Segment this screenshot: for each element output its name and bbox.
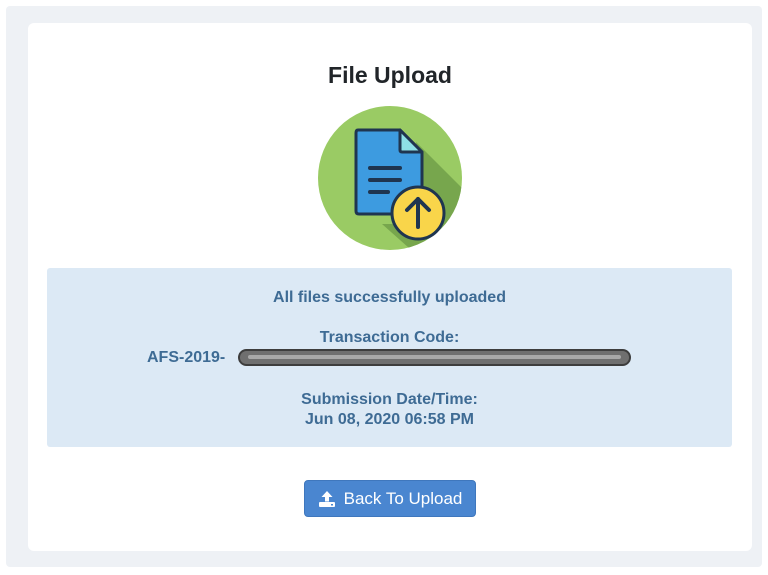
back-to-upload-button[interactable]: Back To Upload xyxy=(304,480,476,517)
page-title: File Upload xyxy=(328,62,452,88)
page-background: File Upload All files successfully uploa… xyxy=(6,6,762,567)
transaction-code-prefix: AFS-2019- xyxy=(147,349,226,366)
submission-datetime-value: Jun 08, 2020 06:58 PM xyxy=(305,411,474,428)
redaction-mark xyxy=(238,349,631,366)
transaction-code-label: Transaction Code: xyxy=(319,329,460,346)
success-message: All files successfully uploaded xyxy=(273,289,506,306)
back-to-upload-label: Back To Upload xyxy=(343,488,463,508)
upload-result-card: File Upload All files successfully uploa… xyxy=(28,23,752,551)
file-upload-illustration-icon xyxy=(318,106,462,250)
submission-datetime-label: Submission Date/Time: xyxy=(301,391,478,408)
upload-status-panel: All files successfully uploaded Transact… xyxy=(47,268,732,447)
upload-icon xyxy=(318,490,336,508)
transaction-code-value: AFS-2019- 3 xyxy=(147,348,667,368)
